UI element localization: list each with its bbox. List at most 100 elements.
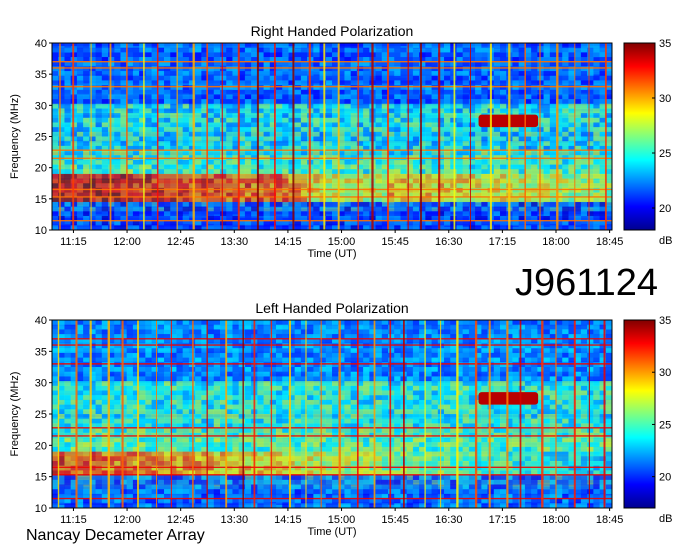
spectrogram-cell — [276, 160, 282, 165]
spectrogram-cell — [189, 395, 195, 400]
spectrogram-cell — [145, 395, 151, 400]
spectrogram-cell — [102, 405, 108, 410]
spectrogram-cell — [344, 85, 350, 90]
spectrogram-cell — [251, 127, 257, 132]
spectrogram-cell — [164, 353, 170, 358]
spectrogram-cell — [469, 165, 475, 170]
spectrogram-cell — [214, 489, 220, 494]
spectrogram-cell — [351, 179, 357, 184]
spectrogram-cell — [158, 43, 164, 48]
spectrogram-cell — [208, 211, 214, 216]
spectrogram-cell — [120, 438, 126, 443]
spectrogram-cell — [444, 71, 450, 76]
spectrogram-cell — [127, 475, 133, 480]
spectrogram-cell — [195, 90, 201, 95]
spectrogram-cell — [562, 62, 568, 67]
spectrogram-cell — [139, 325, 145, 330]
spectrogram-cell — [282, 137, 288, 142]
spectrogram-cell — [189, 489, 195, 494]
spectrogram-cell — [264, 160, 270, 165]
spectrogram-cell — [456, 43, 462, 48]
spectrogram-cell — [158, 339, 164, 344]
spectrogram-cell — [332, 48, 338, 53]
spectrogram-cell — [257, 376, 263, 381]
spectrogram-cell — [52, 358, 58, 363]
spectrogram-cell — [575, 151, 581, 156]
spectrogram-cell — [245, 141, 251, 146]
spectrogram-cell — [587, 66, 593, 71]
spectrogram-cell — [77, 104, 83, 109]
spectrogram-cell — [239, 405, 245, 410]
spectrogram-cell — [376, 188, 382, 193]
spectrogram-cell — [52, 211, 58, 216]
spectrogram-cell — [264, 94, 270, 99]
spectrogram-cell — [550, 127, 556, 132]
spectrogram-cell — [83, 362, 89, 367]
spectrogram-cell — [313, 225, 319, 230]
spectrogram-cell — [351, 160, 357, 165]
spectrogram-cell — [208, 151, 214, 156]
spectrogram-cell — [500, 169, 506, 174]
spectrogram-cell — [332, 80, 338, 85]
spectrogram-cell — [264, 52, 270, 57]
spectrogram-cell — [170, 160, 176, 165]
spectrogram-cell — [52, 442, 58, 447]
spectrogram-cell — [245, 52, 251, 57]
spectrogram-cell — [245, 480, 251, 485]
spectrogram-cell — [120, 207, 126, 212]
spectrogram-cell — [494, 80, 500, 85]
spectrogram-cell — [96, 71, 102, 76]
spectrogram-cell — [170, 183, 176, 188]
spectrogram-cell — [220, 104, 226, 109]
spectrogram-cell — [432, 127, 438, 132]
spectrogram-cell — [114, 442, 120, 447]
spectrogram-cell — [295, 132, 301, 137]
spectrogram-cell — [114, 127, 120, 132]
spectrogram-cell — [295, 141, 301, 146]
spectrogram-cell — [96, 104, 102, 109]
spectrogram-cell — [145, 499, 151, 504]
spectrogram-cell — [195, 395, 201, 400]
spectrogram-cell — [251, 202, 257, 207]
spectrogram-cell — [245, 466, 251, 471]
spectrogram-cell — [475, 94, 481, 99]
spectrogram-cell — [344, 174, 350, 179]
spectrogram-cell — [481, 52, 487, 57]
spectrogram-cell — [500, 76, 506, 81]
spectrogram-cell — [226, 480, 232, 485]
spectrogram-cell — [264, 71, 270, 76]
spectrogram-cell — [575, 169, 581, 174]
spectrogram-cell — [195, 391, 201, 396]
spectrogram-cell — [183, 405, 189, 410]
spectrogram-cell — [456, 76, 462, 81]
spectrogram-cell — [332, 197, 338, 202]
spectrogram-cell — [158, 353, 164, 358]
spectrogram-cell — [245, 367, 251, 372]
spectrogram-cell — [531, 165, 537, 170]
spectrogram-cell — [52, 202, 58, 207]
spectrogram-cell — [195, 372, 201, 377]
spectrogram-cell — [114, 76, 120, 81]
spectrogram-cell — [432, 151, 438, 156]
spectrogram-cell — [183, 320, 189, 325]
spectrogram-cell — [114, 221, 120, 226]
spectrogram-cell — [544, 183, 550, 188]
spectrogram-cell — [581, 207, 587, 212]
spectrogram-cell — [158, 122, 164, 127]
spectrogram-cell — [295, 179, 301, 184]
spectrogram-cell — [500, 48, 506, 53]
spectrogram-cell — [581, 85, 587, 90]
spectrogram-cell — [145, 339, 151, 344]
spectrogram-cell — [494, 104, 500, 109]
spectrogram-cell — [170, 174, 176, 179]
spectrogram-cell — [64, 409, 70, 414]
spectrogram-cell — [295, 188, 301, 193]
spectrogram-cell — [96, 141, 102, 146]
spectrogram-cell — [475, 188, 481, 193]
spectrogram-cell — [183, 169, 189, 174]
spectrogram-cell — [550, 94, 556, 99]
spectrogram-cell — [245, 80, 251, 85]
spectrogram-cell — [550, 99, 556, 104]
spectrogram-cell — [282, 151, 288, 156]
spectrogram-cell — [456, 179, 462, 184]
